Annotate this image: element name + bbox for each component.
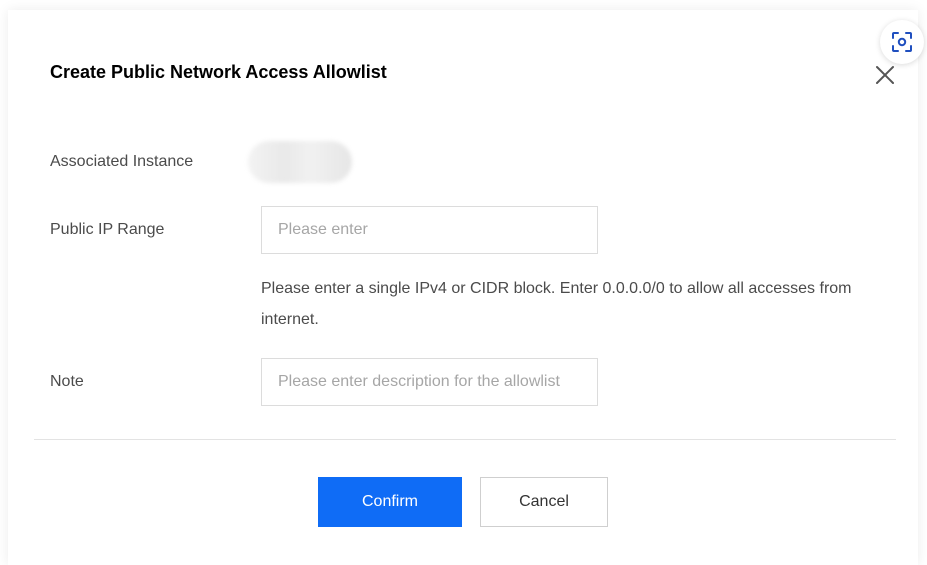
page: Create Public Network Access Allowlist A… [0, 0, 927, 565]
associated-instance-label: Associated Instance [50, 153, 194, 170]
close-icon [876, 66, 894, 84]
cancel-button[interactable]: Cancel [480, 477, 608, 527]
associated-instance-value [248, 141, 352, 183]
note-label: Note [50, 373, 84, 390]
public-ip-range-label: Public IP Range [50, 221, 165, 238]
close-button[interactable] [872, 62, 898, 88]
scan-focus-icon [892, 32, 912, 52]
scan-button[interactable] [880, 20, 924, 64]
public-ip-range-input[interactable] [261, 206, 598, 254]
confirm-button[interactable]: Confirm [318, 477, 462, 527]
public-ip-range-help: Please enter a single IPv4 or CIDR block… [261, 280, 852, 328]
dialog-title: Create Public Network Access Allowlist [50, 62, 387, 82]
footer-divider [34, 439, 896, 440]
note-input[interactable] [261, 358, 598, 406]
